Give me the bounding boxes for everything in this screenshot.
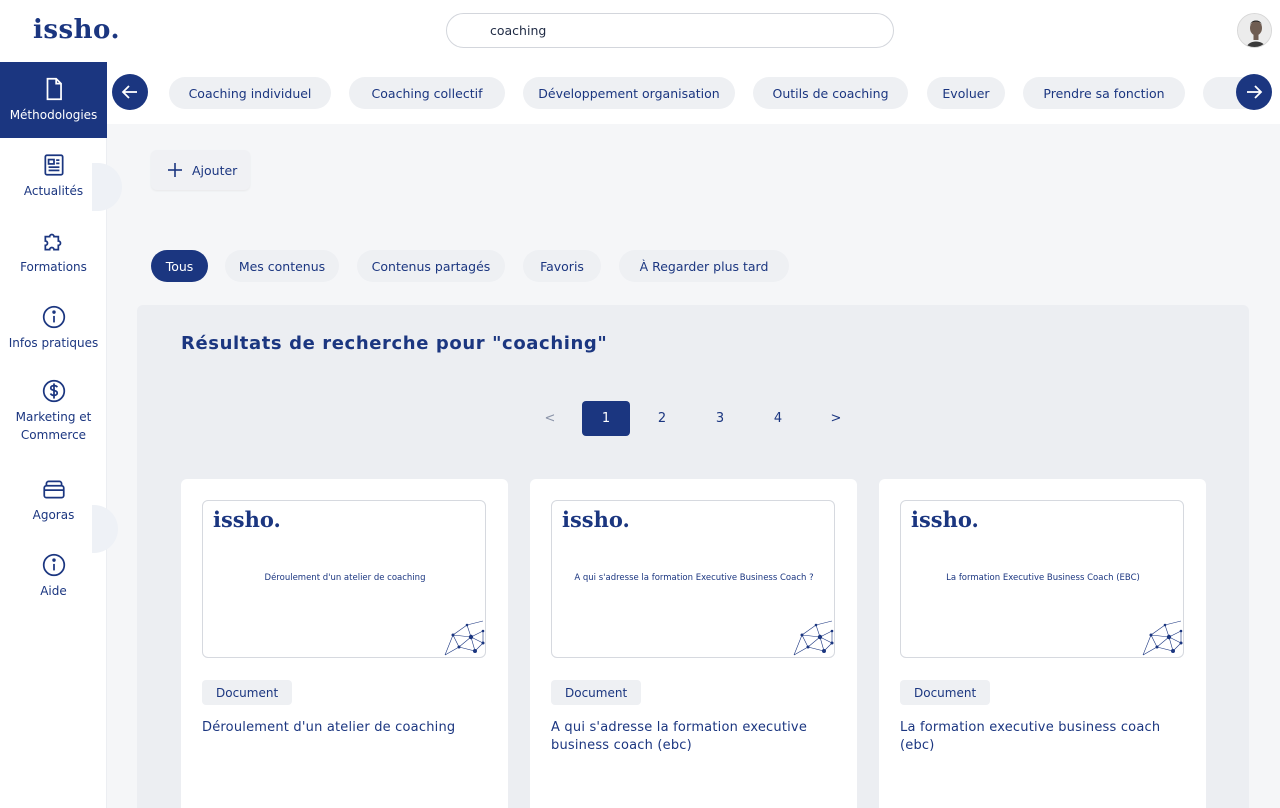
card-type-badge: Document	[900, 680, 991, 705]
card-type-badge: Document	[551, 680, 642, 705]
sidebar-item-label: Marketing et Commerce	[15, 410, 92, 442]
thumbnail-text: A qui s'adresse la formation Executive B…	[574, 573, 814, 583]
search-input[interactable]: coaching	[446, 13, 894, 48]
sidebar-item-methodologies[interactable]: Méthodologies	[0, 62, 107, 138]
card-type-badge: Document	[202, 680, 293, 705]
thumbnail-text: Déroulement d'un atelier de coaching	[264, 573, 426, 583]
sidebar-item-label: Méthodologies	[9, 108, 98, 122]
thumbnail-logo: issho.	[562, 507, 630, 532]
user-avatar-icon	[1238, 14, 1271, 47]
document-icon	[46, 77, 62, 101]
network-decoration-icon	[1142, 620, 1183, 656]
category-strip: Coaching individuel Coaching collectif D…	[107, 62, 1280, 124]
result-card[interactable]: issho. Déroulement d'un atelier de coach…	[181, 479, 508, 808]
category-chip[interactable]: Outils de coaching	[753, 77, 908, 109]
filter-tab-all[interactable]: Tous	[151, 250, 208, 282]
network-decoration-icon	[444, 620, 485, 656]
card-thumbnail[interactable]: issho. A qui s'adresse la formation Exec…	[551, 500, 835, 658]
puzzle-icon	[43, 233, 61, 251]
add-button[interactable]: Ajouter	[151, 150, 250, 190]
pagination-page[interactable]: 2	[638, 401, 686, 436]
pagination-next[interactable]: >	[812, 401, 860, 436]
card-title[interactable]: La formation executive business coach (e…	[900, 719, 1190, 755]
result-card[interactable]: issho. La formation Executive Business C…	[879, 479, 1206, 808]
card-title[interactable]: A qui s'adresse la formation executive b…	[551, 719, 841, 755]
plus-icon	[168, 163, 182, 177]
pagination-page[interactable]: 4	[754, 401, 802, 436]
category-next-button[interactable]	[1236, 74, 1272, 110]
thumbnail-logo: issho.	[911, 507, 979, 532]
card-title[interactable]: Déroulement d'un atelier de coaching	[202, 719, 492, 737]
network-decoration-icon	[793, 620, 834, 656]
add-button-label: Ajouter	[192, 162, 238, 178]
pagination-page[interactable]: 1	[582, 401, 630, 436]
decorative-shape	[92, 505, 118, 553]
sidebar-item-marketing[interactable]: Marketing et Commerce	[0, 366, 107, 456]
decorative-shape	[92, 163, 122, 211]
card-thumbnail[interactable]: issho. La formation Executive Business C…	[900, 500, 1184, 658]
sidebar-item-label: Formations	[20, 260, 87, 274]
filter-tab-shared[interactable]: Contenus partagés	[357, 250, 505, 282]
sidebar-item-label: Agoras	[32, 508, 75, 522]
app-logo[interactable]: issho.	[33, 15, 120, 45]
result-card[interactable]: issho. A qui s'adresse la formation Exec…	[530, 479, 857, 808]
pagination-prev[interactable]: <	[526, 401, 574, 436]
category-chip[interactable]: Evoluer	[927, 77, 1005, 109]
sidebar-item-practical-info[interactable]: Infos pratiques	[0, 290, 107, 366]
category-chip[interactable]: Coaching collectif	[349, 77, 505, 109]
pagination-page[interactable]: 3	[696, 401, 744, 436]
thumbnail-logo: issho.	[213, 507, 281, 532]
filter-tab-my-content[interactable]: Mes contenus	[225, 250, 339, 282]
category-chip[interactable]: Développement organisation	[523, 77, 735, 109]
sidebar-item-label: Aide	[40, 584, 67, 598]
avatar[interactable]	[1237, 13, 1272, 48]
filter-tab-watch-later[interactable]: À Regarder plus tard	[619, 250, 789, 282]
category-prev-button[interactable]	[112, 74, 148, 110]
card-thumbnail[interactable]: issho. Déroulement d'un atelier de coach…	[202, 500, 486, 658]
search-input-value: coaching	[490, 23, 547, 38]
results-title: Résultats de recherche pour "coaching"	[181, 333, 608, 354]
thumbnail-text: La formation Executive Business Coach (E…	[946, 573, 1140, 583]
info-icon	[42, 553, 65, 577]
sidebar-item-label: Actualités	[23, 184, 84, 198]
category-chip[interactable]: Prendre sa fonction	[1023, 77, 1185, 109]
top-bar: issho. coaching	[0, 0, 1280, 62]
dollar-icon	[42, 379, 65, 403]
category-chip[interactable]: Coaching individuel	[169, 77, 331, 109]
sidebar-item-help[interactable]: Aide	[0, 538, 107, 614]
sidebar-item-agoras[interactable]: Agoras	[0, 462, 107, 538]
sidebar-item-trainings[interactable]: Formations	[0, 214, 107, 290]
newspaper-icon	[43, 154, 64, 176]
arrow-left-icon	[121, 85, 137, 99]
sidebar-item-news[interactable]: Actualités	[0, 138, 107, 214]
layers-icon	[42, 480, 65, 499]
sidebar: Méthodologies Actualités Formations Info…	[0, 62, 107, 808]
arrow-right-icon	[1247, 85, 1263, 99]
filter-tab-favorites[interactable]: Favoris	[523, 250, 601, 282]
sidebar-item-label: Infos pratiques	[8, 336, 99, 350]
info-icon	[42, 305, 65, 329]
